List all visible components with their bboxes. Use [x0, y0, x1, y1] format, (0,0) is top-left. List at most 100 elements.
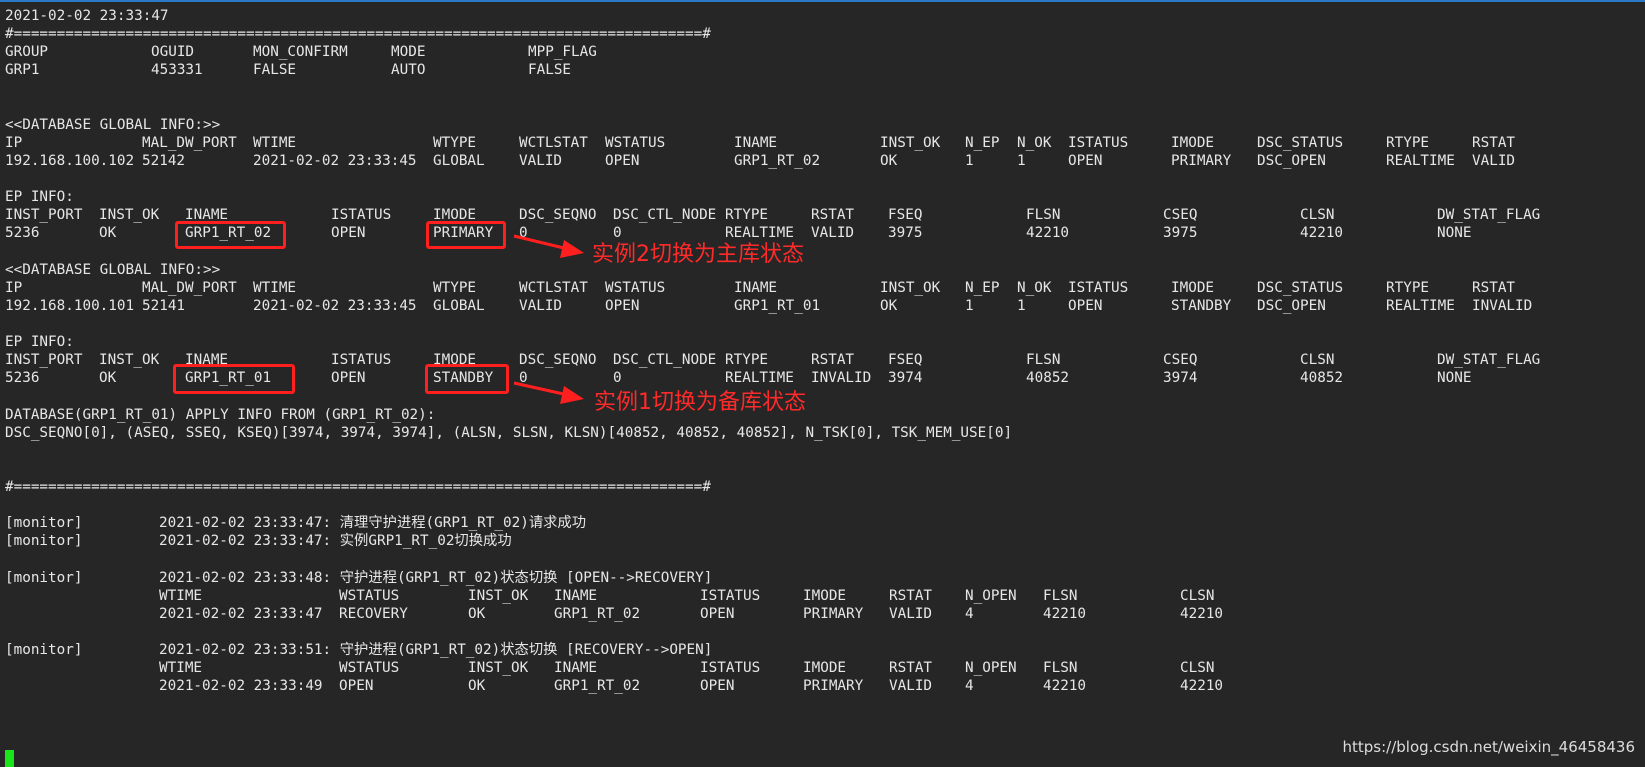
table-cell: RSTAT	[811, 352, 855, 368]
table-cell: OPEN	[331, 370, 366, 386]
table-cell: VALID	[519, 298, 563, 314]
table-cell: 1	[965, 298, 974, 314]
table-cell: 3975	[1163, 225, 1198, 241]
table-cell: 42210	[1043, 678, 1087, 694]
table-cell: N_OK	[1017, 135, 1052, 151]
terminal-window[interactable]: 2021-02-02 23:33:47 #===================…	[0, 0, 1645, 767]
table-cell: DSC_OPEN	[1257, 153, 1326, 169]
table-cell: OPEN	[605, 153, 640, 169]
table-cell: 42210	[1300, 225, 1344, 241]
highlight-box-imode-standby	[425, 364, 509, 394]
table-cell: 40852	[1300, 370, 1344, 386]
table-cell: WSTATUS	[339, 588, 400, 604]
table-cell: CSEQ	[1163, 352, 1198, 368]
arrow-icon-primary	[513, 234, 584, 258]
monitor-message-1: 2021-02-02 23:33:47: 清理守护进程(GRP1_RT_02)请…	[159, 515, 587, 531]
table-cell: 3974	[1163, 370, 1198, 386]
table-cell: WTIME	[159, 588, 203, 604]
monitor-message-2: 2021-02-02 23:33:47: 实例GRP1_RT_02切换成功	[159, 533, 512, 549]
db-global-title-1: <<DATABASE GLOBAL INFO:>>	[5, 117, 221, 133]
table-cell: OPEN	[339, 678, 374, 694]
table-cell: CSEQ	[1163, 207, 1198, 223]
ep-info-title-2: EP INFO:	[5, 334, 74, 350]
table-cell: 192.168.100.102	[5, 153, 135, 169]
table-cell: GRP1	[5, 62, 40, 78]
table-cell: N_EP	[965, 135, 1000, 151]
table-cell: INST_OK	[99, 352, 160, 368]
table-cell: 52142	[142, 153, 186, 169]
highlight-box-iname-standby	[173, 364, 295, 394]
table-cell: RECOVERY	[339, 606, 408, 622]
table-cell: DSC_STATUS	[1257, 280, 1344, 296]
table-cell: FLSN	[1043, 588, 1078, 604]
table-cell: NONE	[1437, 225, 1472, 241]
table-cell: FALSE	[253, 62, 297, 78]
table-cell: RSTAT	[889, 660, 933, 676]
table-cell: N_OPEN	[965, 660, 1017, 676]
table-cell: WTYPE	[433, 280, 477, 296]
highlight-box-imode-primary	[426, 221, 506, 249]
monitor-status-header-row-1: WTIME WSTATUS INST_OK INAME ISTATUS IMODE RSTA…	[0, 587, 1645, 606]
table-cell: INAME	[734, 135, 778, 151]
table-cell: OPEN	[605, 298, 640, 314]
table-cell: FSEQ	[888, 352, 923, 368]
table-cell: IMODE	[803, 660, 847, 676]
table-cell: IMODE	[803, 588, 847, 604]
table-cell: WTIME	[159, 660, 203, 676]
table-cell: 40852	[1026, 370, 1070, 386]
table-cell: 5236	[5, 370, 40, 386]
table-cell: OK	[99, 225, 117, 241]
table-cell: OK	[880, 298, 898, 314]
table-cell: VALID	[811, 225, 855, 241]
table-cell: OGUID	[151, 44, 195, 60]
table-cell: IMODE	[1171, 280, 1215, 296]
table-cell: 2021-02-02 23:33:49	[159, 678, 323, 694]
table-cell: OK	[468, 606, 486, 622]
table-cell: RTYPE	[725, 207, 769, 223]
table-cell: VALID	[519, 153, 563, 169]
table-cell: INST_OK	[880, 135, 941, 151]
table-cell: 42210	[1026, 225, 1070, 241]
annotation-primary: 实例2切换为主库状态	[592, 242, 804, 267]
table-cell: VALID	[889, 606, 933, 622]
table-cell: OPEN	[1068, 298, 1103, 314]
monitor-status-value-row-2: 2021-02-02 23:33:49 OPEN OK GRP1_RT_02 OPEN P…	[0, 677, 1645, 696]
table-cell: CLSN	[1180, 660, 1215, 676]
table-cell: OPEN	[1068, 153, 1103, 169]
table-cell: ISTATUS	[700, 588, 761, 604]
table-cell: OPEN	[331, 225, 366, 241]
table-cell: IP	[5, 135, 23, 151]
db-global-title-2: <<DATABASE GLOBAL INFO:>>	[5, 262, 221, 278]
db-global-value-row-1: 192.168.100.102 52142 2021-02-02 23:33:45 G…	[0, 152, 1645, 171]
table-cell: ISTATUS	[1068, 280, 1129, 296]
table-cell: FLSN	[1026, 207, 1061, 223]
table-cell: INVALID	[811, 370, 872, 386]
table-cell: 3975	[888, 225, 923, 241]
table-cell: RSTAT	[1472, 280, 1516, 296]
table-cell: INST_PORT	[5, 352, 83, 368]
table-cell: MODE	[391, 44, 426, 60]
table-cell: DSC_SEQNO	[519, 207, 597, 223]
table-cell: WSTATUS	[605, 280, 666, 296]
table-cell: 1	[965, 153, 974, 169]
table-cell: REALTIME	[1386, 153, 1455, 169]
table-cell: GRP1_RT_01	[734, 298, 821, 314]
db-global-header-row-1: IP MAL_DW_PORT WTIME WTYPE WCTLSTAT WSTATUS IN…	[0, 134, 1645, 153]
table-cell: 1	[1017, 153, 1026, 169]
table-cell: OPEN	[700, 606, 735, 622]
table-cell: DSC_OPEN	[1257, 298, 1326, 314]
table-cell: 3974	[888, 370, 923, 386]
table-cell: 2021-02-02 23:33:47	[159, 606, 323, 622]
table-cell: N_OPEN	[965, 588, 1017, 604]
table-cell: MAL_DW_PORT	[142, 135, 237, 151]
table-cell: 42210	[1043, 606, 1087, 622]
table-cell: CLSN	[1300, 207, 1335, 223]
table-cell: AUTO	[391, 62, 426, 78]
table-cell: INAME	[554, 588, 598, 604]
table-cell: VALID	[1472, 153, 1516, 169]
table-cell: RTYPE	[1386, 280, 1430, 296]
table-cell: RSTAT	[1472, 135, 1516, 151]
terminal-cursor	[5, 750, 14, 767]
table-cell: INST_PORT	[5, 207, 83, 223]
table-cell: 2021-02-02 23:33:45	[253, 298, 417, 314]
